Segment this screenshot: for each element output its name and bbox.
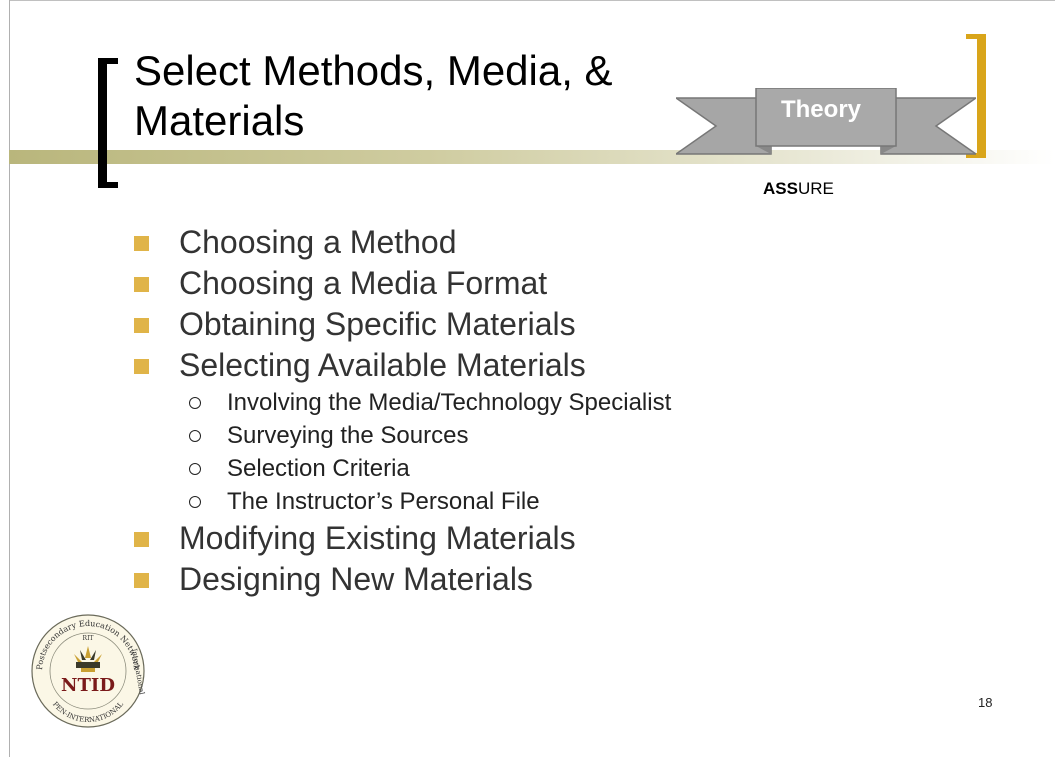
sub-bullet-text: Surveying the Sources [227, 422, 469, 449]
circle-bullet-icon [189, 496, 201, 508]
circle-bullet-icon [189, 463, 201, 475]
logo-ntid-text: NTID [61, 675, 115, 696]
bullet-item: Choosing a Media Format [134, 263, 671, 304]
square-bullet-icon [134, 236, 149, 251]
sub-bullet-item: Selection Criteria [134, 452, 671, 485]
bullet-item: Obtaining Specific Materials [134, 304, 671, 345]
page-number: 18 [978, 695, 993, 710]
assure-regular: URE [797, 179, 834, 198]
sub-bullet-text: Selection Criteria [227, 455, 410, 482]
sub-bullet-text: The Instructor’s Personal File [227, 488, 540, 515]
assure-bold: ASS [763, 179, 798, 198]
bullet-text: Modifying Existing Materials [179, 520, 576, 556]
slide-title: Select Methods, Media, & Materials [134, 47, 613, 145]
assure-label: ASSURE [763, 179, 834, 199]
left-bracket-decoration [98, 58, 118, 188]
circle-bullet-icon [189, 430, 201, 442]
slide: Select Methods, Media, & Materials Theor… [0, 0, 1055, 757]
bullet-item: Modifying Existing Materials [134, 518, 671, 559]
sub-bullet-text: Involving the Media/Technology Specialis… [227, 389, 672, 416]
circle-bullet-icon [189, 397, 201, 409]
ntid-pen-international-logo: Postsecondary Education Network RIT PEN-… [31, 614, 146, 728]
bullet-text: Designing New Materials [179, 561, 533, 597]
bullet-item: Selecting Available Materials [134, 345, 671, 386]
square-bullet-icon [134, 277, 149, 292]
sub-bullet-item: Involving the Media/Technology Specialis… [134, 386, 671, 419]
bullet-item: Choosing a Method [134, 222, 671, 263]
bullet-list: Choosing a Method Choosing a Media Forma… [134, 222, 671, 600]
square-bullet-icon [134, 359, 149, 374]
sub-bullet-item: The Instructor’s Personal File [134, 485, 671, 518]
bullet-text: Obtaining Specific Materials [179, 306, 576, 342]
bullet-text: Choosing a Method [179, 224, 457, 260]
bullet-text: Choosing a Media Format [179, 265, 548, 301]
square-bullet-icon [134, 573, 149, 588]
ribbon-label: Theory [780, 96, 861, 123]
bullet-text: Selecting Available Materials [179, 347, 586, 383]
square-bullet-icon [134, 532, 149, 547]
bullet-item: Designing New Materials [134, 559, 671, 600]
sub-bullet-item: Surveying the Sources [134, 419, 671, 452]
logo-ring-small-text: RIT [83, 635, 94, 642]
square-bullet-icon [134, 318, 149, 333]
